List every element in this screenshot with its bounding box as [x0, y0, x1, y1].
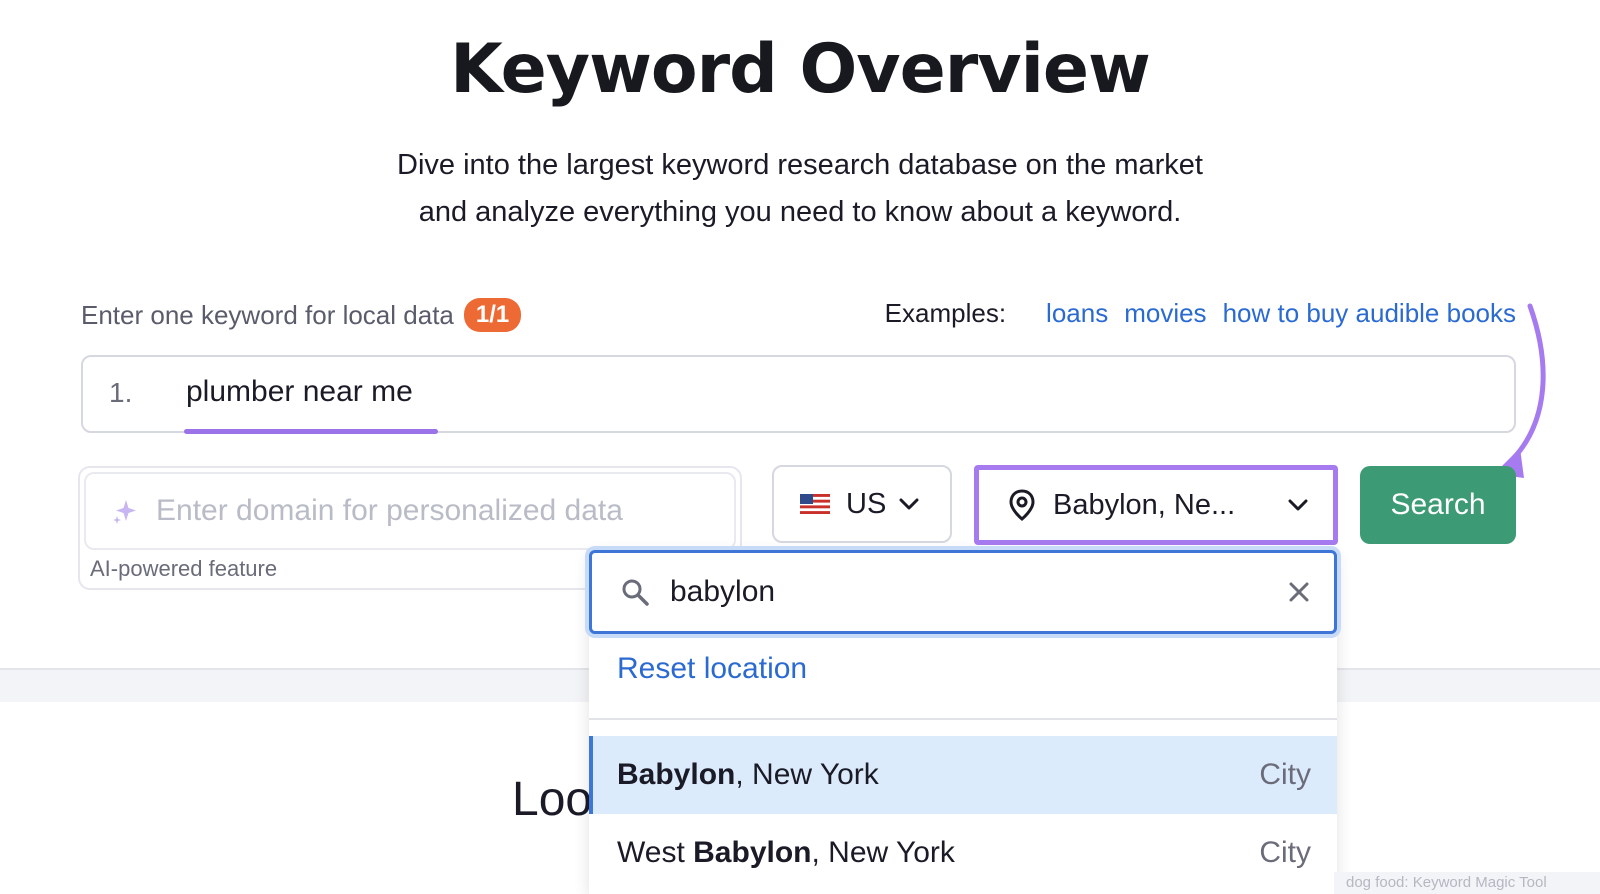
location-option-name: Babylon, New York [617, 758, 1259, 792]
location-option-type: City [1259, 758, 1311, 791]
examples-label: Examples: [884, 298, 1007, 328]
ai-feature-label: AI-powered feature [90, 556, 278, 581]
sparkle-icon [113, 500, 136, 524]
keyword-highlight-underline [184, 429, 438, 434]
option-suffix: , New York [735, 758, 879, 791]
keyword-label-text: Enter one keyword for local data [81, 299, 454, 330]
country-select[interactable]: US [772, 465, 952, 543]
section-heading: Loo [512, 773, 593, 826]
keyword-input[interactable]: 1. plumber near me [81, 355, 1516, 434]
watermark-text: dog food: Keyword Magic Tool [1334, 872, 1600, 894]
location-option[interactable]: West Babylon, New York City [589, 814, 1337, 892]
chevron-down-icon [1288, 499, 1308, 511]
domain-placeholder: Enter domain for personalized data [156, 494, 623, 527]
country-value: US [846, 487, 887, 520]
search-icon [622, 579, 649, 606]
example-link-movies[interactable]: movies [1124, 298, 1206, 329]
annotation-arrow-icon [1494, 303, 1546, 478]
example-link-loans[interactable]: loans [1046, 298, 1108, 329]
keyword-label: Enter one keyword for local data 1/1 [81, 298, 522, 332]
location-value: Babylon, Ne... [1053, 488, 1236, 521]
option-prefix: West [617, 836, 694, 869]
examples: Examples: loans movies how to buy audibl… [885, 298, 1516, 329]
page-title: Keyword Overview [450, 30, 1151, 109]
keyword-value[interactable]: plumber near me [186, 375, 413, 409]
option-suffix: , New York [811, 836, 955, 869]
page-subtitle: Dive into the largest keyword research d… [0, 142, 1600, 236]
keyword-line-number: 1. [109, 377, 133, 408]
location-search-input[interactable]: babylon [589, 550, 1337, 634]
location-search-value: babylon [670, 575, 776, 608]
location-option-type: City [1259, 836, 1311, 869]
chevron-down-icon [899, 498, 919, 510]
search-button[interactable]: Search [1360, 466, 1516, 544]
location-option[interactable]: Babylon, New York City [589, 736, 1337, 814]
location-dropdown: babylon Reset location Babylon, New York… [589, 550, 1337, 894]
subtitle-line-1: Dive into the largest keyword research d… [397, 149, 1203, 181]
option-match: Babylon [617, 758, 736, 791]
close-icon[interactable] [1288, 581, 1310, 603]
reset-location-link[interactable]: Reset location [617, 652, 807, 686]
location-select[interactable]: Babylon, Ne... [974, 465, 1338, 545]
subtitle-line-2: and analyze everything you need to know … [418, 196, 1182, 228]
location-pin-icon [1009, 489, 1035, 521]
us-flag-icon [800, 494, 830, 514]
option-match: Babylon [693, 836, 812, 869]
domain-input[interactable]: Enter domain for personalized data [84, 472, 736, 550]
example-link-audible[interactable]: how to buy audible books [1223, 298, 1516, 329]
dropdown-divider [589, 718, 1337, 720]
keyword-count-badge: 1/1 [463, 298, 522, 332]
location-option-name: West Babylon, New York [617, 836, 1259, 870]
